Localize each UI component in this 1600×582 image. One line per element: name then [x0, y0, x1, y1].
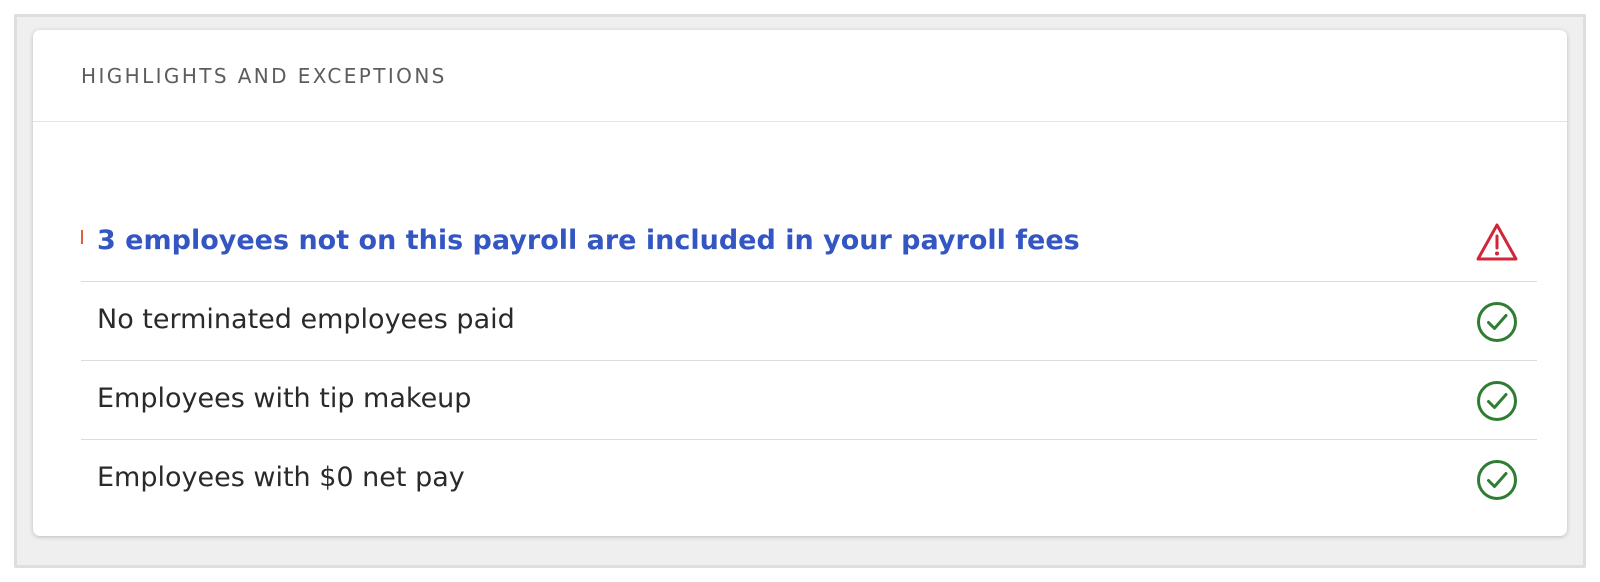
card-header: HIGHLIGHTS AND EXCEPTIONS: [33, 30, 1567, 122]
check-circle-icon: [1475, 458, 1519, 502]
check-circle-icon: [1475, 300, 1519, 344]
list-item-label: Employees with $0 net pay: [97, 462, 465, 493]
alert-flag: [81, 230, 83, 244]
list-item-tip-makeup: Employees with tip makeup: [81, 361, 1537, 440]
list-item-zero-net-pay: Employees with $0 net pay: [81, 440, 1537, 519]
card-title: HIGHLIGHTS AND EXCEPTIONS: [81, 64, 447, 88]
payroll-fees-warning-link[interactable]: 3 employees not on this payroll are incl…: [97, 224, 1080, 258]
highlights-card: HIGHLIGHTS AND EXCEPTIONS 3 employees no…: [33, 30, 1567, 536]
highlights-list: 3 employees not on this payroll are incl…: [81, 203, 1537, 519]
list-item-label: Employees with tip makeup: [97, 383, 472, 414]
warning-triangle-icon: [1475, 221, 1519, 265]
check-circle-icon: [1475, 379, 1519, 423]
list-item-payroll-fees-warning[interactable]: 3 employees not on this payroll are incl…: [81, 203, 1537, 282]
list-item-label: No terminated employees paid: [97, 304, 515, 335]
list-item-terminated-employees: No terminated employees paid: [81, 282, 1537, 361]
